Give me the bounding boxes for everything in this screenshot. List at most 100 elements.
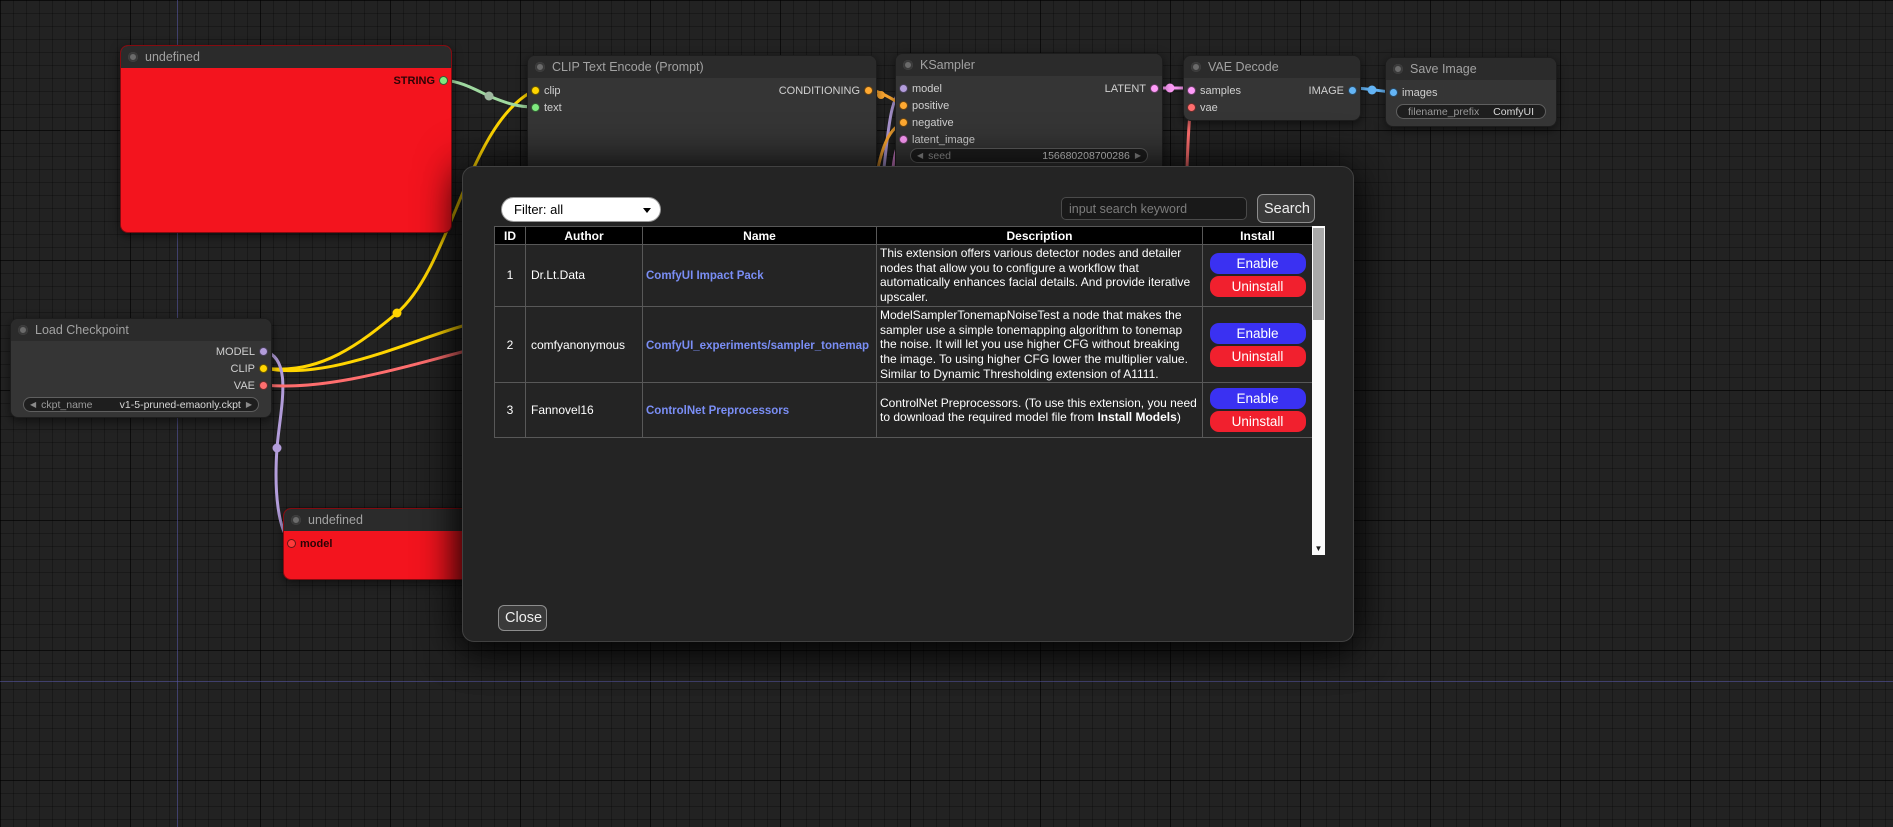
extension-install-cell: EnableUninstall <box>1203 383 1313 438</box>
node-undefined-model[interactable]: undefined model <box>283 508 483 580</box>
node-load-checkpoint[interactable]: Load Checkpoint MODEL CLIP VAE ◀ ckpt_na… <box>10 318 272 418</box>
uninstall-button[interactable]: Uninstall <box>1210 346 1306 367</box>
widget-label: ckpt_name <box>41 399 92 411</box>
extension-description-cell: ModelSamplerTonemapNoiseTest a node that… <box>877 306 1203 383</box>
widget-value: ComfyUI <box>1493 106 1534 118</box>
output-slot-clip: CLIP <box>11 362 271 376</box>
extension-name-cell: ComfyUI Impact Pack <box>643 245 877 307</box>
column-header-author: Author <box>526 227 643 245</box>
node-title: undefined <box>145 50 200 64</box>
input-dot-negative[interactable] <box>899 118 908 127</box>
input-slot-text: text <box>528 101 876 115</box>
description-text: This extension offers various detector n… <box>880 246 1190 304</box>
input-dot-model[interactable] <box>287 539 296 548</box>
slot-label: VAE <box>234 380 255 392</box>
enable-button[interactable]: Enable <box>1210 253 1306 274</box>
node-title: undefined <box>308 513 363 527</box>
node-title-bar[interactable]: VAE Decode <box>1184 56 1360 78</box>
output-dot-vae[interactable] <box>259 381 268 390</box>
input-slot-positive: positive <box>896 99 1162 113</box>
uninstall-button[interactable]: Uninstall <box>1210 276 1306 297</box>
node-title-bar[interactable]: Load Checkpoint <box>11 319 271 341</box>
extension-author-cell: Dr.Lt.Data <box>526 245 643 307</box>
scrollbar-down-arrow-icon[interactable]: ▼ <box>1312 542 1325 555</box>
description-text: Install Models <box>1097 410 1176 424</box>
node-title: VAE Decode <box>1208 60 1279 74</box>
column-header-id: ID <box>495 227 526 245</box>
slot-label: positive <box>912 100 949 112</box>
output-slot-model: MODEL <box>11 345 271 359</box>
output-dot-string[interactable] <box>439 76 448 85</box>
slot-label: vae <box>1200 102 1218 114</box>
collapse-dot-icon[interactable] <box>128 52 138 62</box>
input-dot-latent-image[interactable] <box>899 135 908 144</box>
enable-button[interactable]: Enable <box>1210 323 1306 344</box>
extension-author-cell: comfyanonymous <box>526 306 643 383</box>
output-slot-vae: VAE <box>11 379 271 393</box>
filter-select[interactable]: Filter: all <box>501 197 661 222</box>
collapse-dot-icon[interactable] <box>291 515 301 525</box>
input-dot-vae[interactable] <box>1187 103 1196 112</box>
input-dot-positive[interactable] <box>899 101 908 110</box>
input-slot-negative: negative <box>896 116 1162 130</box>
output-dot-model[interactable] <box>259 347 268 356</box>
description-text: ModelSamplerTonemapNoiseTest a node that… <box>880 308 1188 381</box>
collapse-dot-icon[interactable] <box>535 62 545 72</box>
scrollbar-thumb[interactable] <box>1313 228 1324 320</box>
node-title-bar[interactable]: KSampler <box>896 54 1162 76</box>
output-dot-conditioning[interactable] <box>864 86 873 95</box>
column-header-description: Description <box>877 227 1203 245</box>
collapse-dot-icon[interactable] <box>18 325 28 335</box>
table-row: 3Fannovel16ControlNet PreprocessorsContr… <box>495 383 1313 438</box>
prev-arrow-icon[interactable]: ◀ <box>30 398 36 411</box>
output-dot-clip[interactable] <box>259 364 268 373</box>
extension-link[interactable]: ComfyUI Impact Pack <box>646 270 764 282</box>
next-arrow-icon[interactable]: ▶ <box>246 398 252 411</box>
seed-widget[interactable]: ◀ seed 156680208700286 ▶ <box>910 148 1148 163</box>
extension-description-cell: ControlNet Preprocessors. (To use this e… <box>877 383 1203 438</box>
increment-arrow-icon[interactable]: ▶ <box>1135 149 1141 162</box>
table-row: 1Dr.Lt.DataComfyUI Impact PackThis exten… <box>495 245 1313 307</box>
enable-button[interactable]: Enable <box>1210 388 1306 409</box>
canvas-axis-horizontal <box>0 681 1893 682</box>
close-button[interactable]: Close <box>498 605 547 631</box>
node-title-bar[interactable]: CLIP Text Encode (Prompt) <box>528 56 876 78</box>
slot-label: STRING <box>393 75 435 87</box>
ckpt-name-widget[interactable]: ◀ ckpt_name v1-5-pruned-emaonly.ckpt ▶ <box>23 397 259 412</box>
extension-link[interactable]: ControlNet Preprocessors <box>646 405 789 417</box>
output-dot-image[interactable] <box>1348 86 1357 95</box>
node-undefined-string[interactable]: undefined STRING <box>120 45 452 233</box>
node-vae-decode[interactable]: VAE Decode samples vae IMAGE <box>1183 55 1361 121</box>
collapse-dot-icon[interactable] <box>903 60 913 70</box>
extension-link[interactable]: ComfyUI_experiments/sampler_tonemap <box>646 340 869 352</box>
slot-label: CONDITIONING <box>779 85 860 97</box>
decrement-arrow-icon[interactable]: ◀ <box>917 149 923 162</box>
node-title-bar[interactable]: undefined <box>121 46 451 68</box>
input-dot-text[interactable] <box>531 103 540 112</box>
slot-label: latent_image <box>912 134 975 146</box>
node-title-bar[interactable]: Save Image <box>1386 58 1556 80</box>
extension-manager-dialog: Filter: all Search IDAuthorNameDescripti… <box>462 166 1354 642</box>
slot-label: LATENT <box>1105 83 1146 95</box>
output-slot-conditioning: CONDITIONING <box>528 84 876 98</box>
extension-name-cell: ComfyUI_experiments/sampler_tonemap <box>643 306 877 383</box>
dropdown-caret-icon <box>643 208 651 213</box>
node-title-bar[interactable]: undefined <box>284 509 482 531</box>
search-input[interactable] <box>1061 197 1247 220</box>
collapse-dot-icon[interactable] <box>1393 64 1403 74</box>
node-save-image[interactable]: Save Image images filename_prefix ComfyU… <box>1385 57 1557 127</box>
node-title: Load Checkpoint <box>35 323 129 337</box>
uninstall-button[interactable]: Uninstall <box>1210 411 1306 432</box>
filename-prefix-widget[interactable]: filename_prefix ComfyUI <box>1396 104 1546 119</box>
collapse-dot-icon[interactable] <box>1191 62 1201 72</box>
node-clip-text-encode[interactable]: CLIP Text Encode (Prompt) clip text COND… <box>527 55 877 175</box>
search-button[interactable]: Search <box>1257 194 1315 223</box>
table-scrollbar[interactable]: ▼ <box>1312 226 1325 555</box>
node-ksampler[interactable]: KSampler model positive negative latent_… <box>895 53 1163 173</box>
input-dot-images[interactable] <box>1389 88 1398 97</box>
description-text: ) <box>1177 410 1181 424</box>
extension-author-cell: Fannovel16 <box>526 383 643 438</box>
input-slot-vae: vae <box>1184 101 1360 115</box>
output-dot-latent[interactable] <box>1150 84 1159 93</box>
table-header-row: IDAuthorNameDescriptionInstall <box>495 227 1313 245</box>
